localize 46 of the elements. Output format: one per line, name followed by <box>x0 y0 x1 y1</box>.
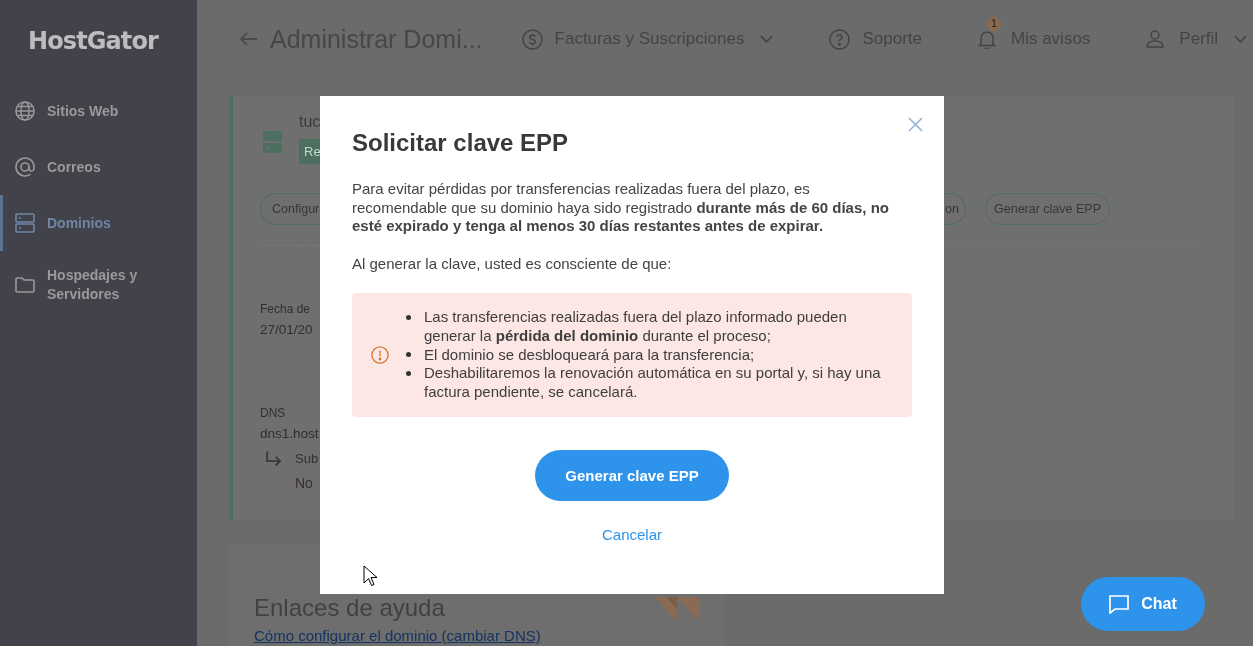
sidebar-item[interactable]: Correos <box>0 139 197 195</box>
logo: HostGator <box>28 28 158 54</box>
notification-badge: 1 <box>987 17 1001 31</box>
field-label: Fecha de <box>260 302 311 317</box>
triangle-decoration <box>655 597 700 622</box>
warning-text: Deshabilitaremos la renovación automática en su portal y, si hay una factura pendiente, se cancelará. <box>424 364 882 402</box>
chevron-down-icon <box>1234 35 1248 43</box>
cursor-icon <box>363 565 378 588</box>
bullet-icon <box>406 371 411 377</box>
bullet-icon <box>406 352 411 358</box>
folder-icon <box>15 275 35 295</box>
server-icon <box>15 213 35 233</box>
cancel-link[interactable]: Cancelar <box>602 524 662 545</box>
status-badge: Re <box>299 139 320 164</box>
at-sign-icon <box>15 157 35 177</box>
field-label: DNS <box>260 406 286 421</box>
sidebar-item[interactable]: Sitios Web <box>0 83 197 139</box>
sidebar-item[interactable]: Dominios <box>0 195 197 251</box>
close-button[interactable] <box>906 115 925 134</box>
chat-button[interactable]: Chat <box>1081 577 1205 631</box>
bell-icon <box>978 29 996 49</box>
user-icon <box>1146 29 1165 49</box>
help-icon <box>829 28 851 50</box>
globe-icon <box>15 101 35 121</box>
chevron-down-icon <box>760 35 774 43</box>
help-link[interactable]: Cómo configurar el dominio (cambiar DNS) <box>254 627 541 644</box>
field-value: 27/01/20 <box>260 322 313 338</box>
arrow-left-icon <box>240 32 258 46</box>
chat-icon <box>1109 594 1130 614</box>
generate-key-button[interactable]: Generar clave EPP <box>535 449 729 501</box>
modal-title: Solicitar clave EPP <box>352 128 570 158</box>
warning-text: Las transferencias realizadas fuera del plazo informado pueden generar la pérdida del dominio durante el proceso; <box>424 308 848 346</box>
field-label: Sub <box>295 451 319 467</box>
field-value: No <box>295 475 313 491</box>
bullet-icon <box>406 314 411 320</box>
dollar-icon <box>521 28 543 50</box>
field-value: dns1.host <box>260 426 319 442</box>
sidebar-item[interactable]: Hospedajes y Servidores <box>0 251 197 319</box>
lead-text: Al generar la clave, usted es consciente de que: <box>352 254 673 273</box>
intro-text: Para evitar pérdidas por transferencias realizadas fuera del plazo, es recomendable que su dominio haya sido registrado durante más de 60 días, no esté expirado y tenga al menos 30 días restantes antes de expirar. <box>352 180 890 236</box>
back-button[interactable] <box>240 32 258 46</box>
close-icon <box>908 117 923 132</box>
warning-text: El dominio se desbloqueará para la transferencia; <box>424 345 755 365</box>
server-icon <box>263 131 282 153</box>
arrow-turn-icon <box>265 451 281 467</box>
warning-icon <box>371 345 389 364</box>
